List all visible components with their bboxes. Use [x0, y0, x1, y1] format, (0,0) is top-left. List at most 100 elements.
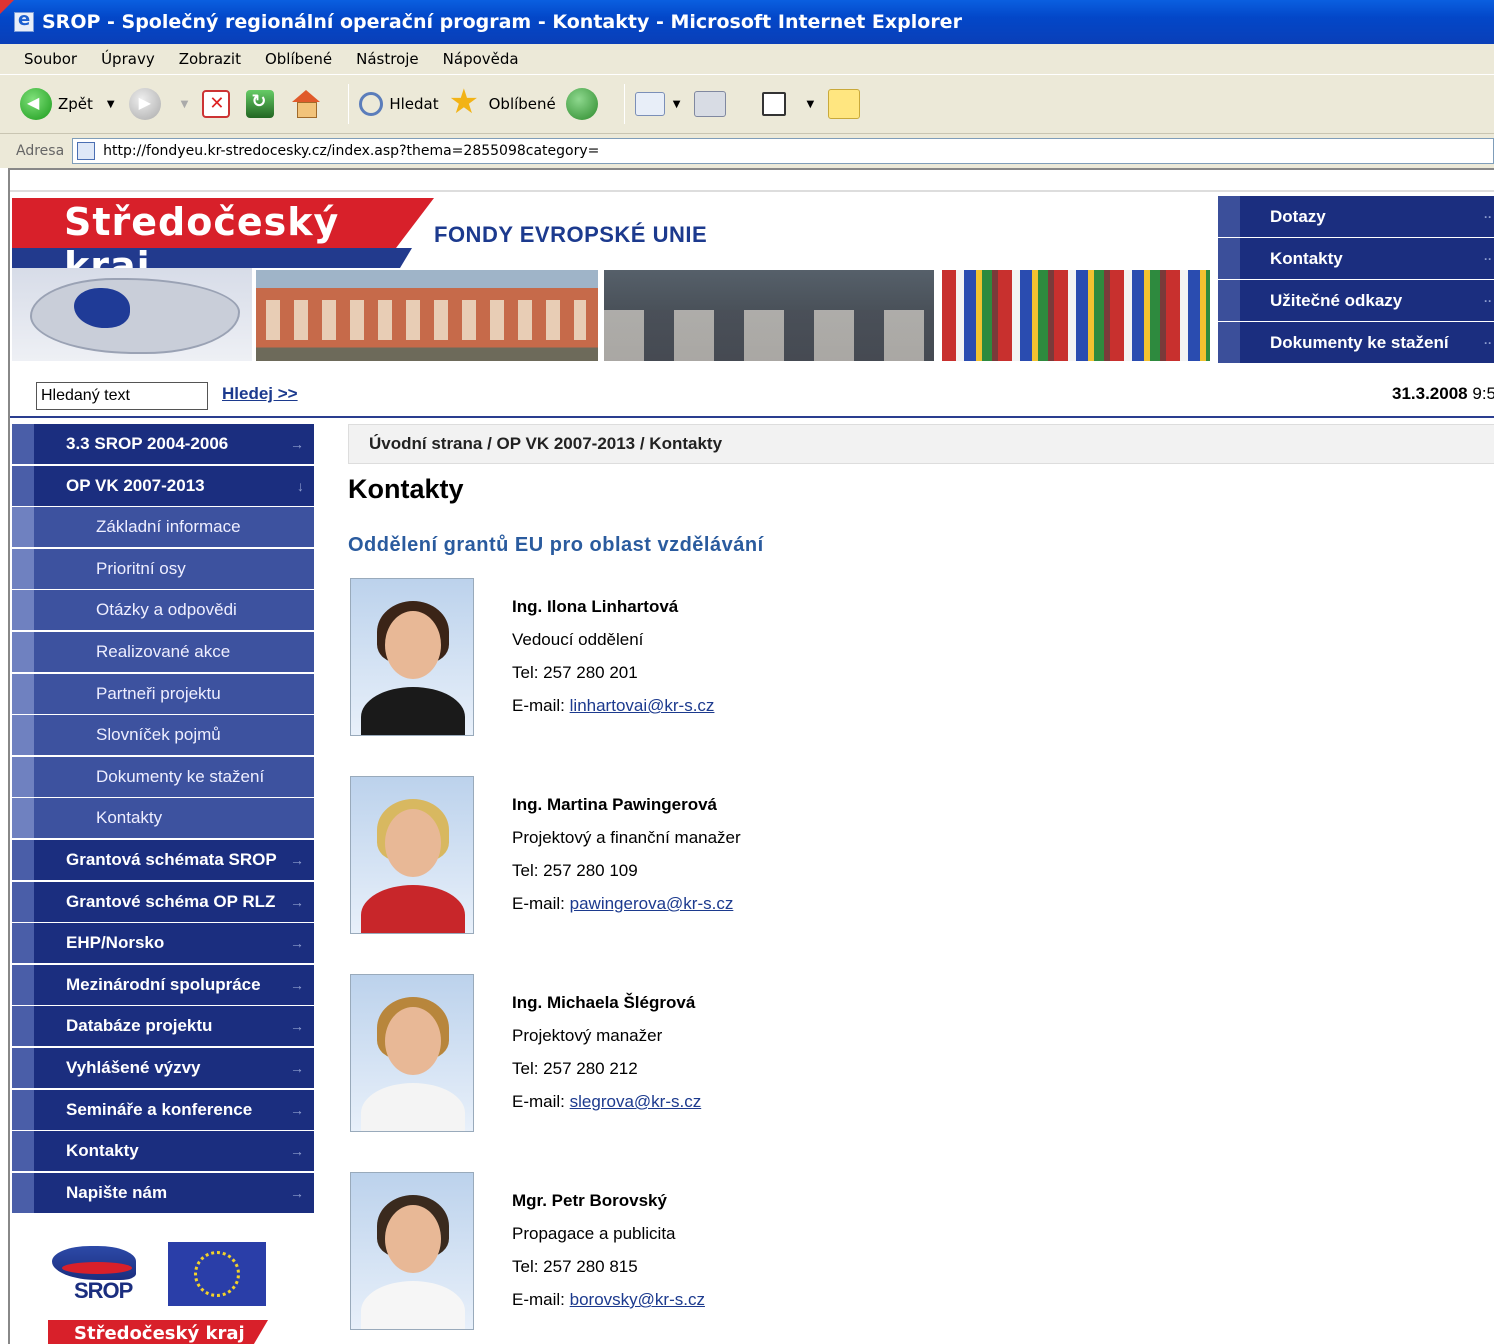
arrow-right-icon: →	[290, 893, 304, 910]
sidebar-item[interactable]: Grantová schémata SROP →	[12, 839, 314, 880]
forward-button[interactable]	[128, 88, 167, 120]
portrait-body	[361, 1281, 465, 1329]
print-button[interactable]	[694, 91, 732, 117]
contact-card: Ing. Ilona Linhartová Vedoucí oddělení Tel…	[350, 578, 1050, 738]
search-toolbar-button[interactable]: Hledat	[359, 92, 439, 116]
sidebar-item[interactable]: Kontakty →	[12, 1131, 314, 1172]
sidebar-item[interactable]: Mezinárodní spolupráce →	[12, 964, 314, 1005]
site-logo[interactable]: Středočeský kraj	[12, 198, 434, 288]
menu-soubor[interactable]: Soubor	[24, 50, 77, 68]
top-nav-dokumenty[interactable]: Dokumenty ke stažení ··	[1218, 322, 1494, 363]
menu-zobrazit[interactable]: Zobrazit	[179, 50, 241, 68]
sidebar-subitem[interactable]: Kontakty	[12, 798, 314, 839]
mail-button[interactable]	[634, 92, 671, 116]
arrow-right-icon: →	[290, 1018, 304, 1035]
back-dropdown-icon[interactable]: ▼	[107, 99, 115, 110]
media-icon	[565, 88, 598, 120]
stop-icon	[202, 90, 231, 118]
page-viewport: Středočeský kraj FONDY EVROPSKÉ UNIE Dot…	[8, 168, 1494, 1344]
mail-dropdown-icon[interactable]: ▼	[673, 99, 681, 110]
sidebar-item[interactable]: Databáze projektu →	[12, 1006, 314, 1047]
sidebar-item[interactable]: Vyhlášené výzvy →	[12, 1047, 314, 1088]
arrow-right-icon: →	[290, 1101, 304, 1118]
srop-logo[interactable]: SROP	[50, 1242, 140, 1304]
contact-photo	[350, 974, 474, 1132]
contact-email-row: E-mail: borovsky@kr-s.cz	[512, 1283, 705, 1316]
current-datetime: 31.3.2008 9:5	[1392, 384, 1494, 404]
address-label: Adresa	[16, 143, 65, 159]
arrow-right-icon: →	[290, 1184, 304, 1201]
sidebar-item[interactable]: EHP/Norsko →	[12, 923, 314, 964]
sidebar-item-label: Kontakty	[66, 1141, 139, 1161]
sidebar-subitem[interactable]: Partneři projektu	[12, 673, 314, 714]
sidebar-nav: 3.3 SROP 2004-2006 → OP VK 2007-2013 ↓ Zákla…	[12, 424, 314, 1214]
contact-photo	[350, 1172, 474, 1330]
search-row: Hledej >> 31.3.2008 9:5	[10, 370, 1494, 418]
srop-logo-text: SROP	[74, 1278, 133, 1303]
contact-email-link[interactable]: pawingerova@kr-s.cz	[570, 894, 734, 913]
favorites-label: Oblíbené	[488, 95, 556, 113]
bottom-region-logo[interactable]: Středočeský kraj	[48, 1320, 268, 1344]
address-input[interactable]: http://fondyeu.kr-stredocesky.cz/index.a…	[72, 138, 1494, 164]
top-nav-kontakty[interactable]: Kontakty ··	[1218, 238, 1494, 279]
browser-toolbar: Zpět ▼ ▼ Hledat Oblíbené ▼ ▼	[0, 74, 1494, 134]
sidebar-item[interactable]: OP VK 2007-2013 ↓	[12, 465, 314, 506]
sidebar-subitem[interactable]: Otázky a odpovědi	[12, 590, 314, 631]
note-icon	[828, 89, 861, 119]
contact-photo	[350, 578, 474, 736]
contact-email-link[interactable]: slegrova@kr-s.cz	[570, 1092, 702, 1111]
note-button[interactable]	[828, 89, 866, 119]
top-nav-uzitecne-odkazy[interactable]: Užitečné odkazy ··	[1218, 280, 1494, 321]
eu-stars-icon	[194, 1251, 240, 1297]
sidebar-item-label: OP VK 2007-2013	[66, 475, 205, 495]
forward-dropdown-icon[interactable]: ▼	[181, 99, 189, 110]
contact-email-row: E-mail: slegrova@kr-s.cz	[512, 1085, 701, 1118]
sidebar-item-label: Základní informace	[96, 517, 241, 537]
favorites-button[interactable]: Oblíbené	[449, 82, 556, 122]
back-label: Zpět	[58, 95, 93, 113]
menu-nastroje[interactable]: Nástroje	[356, 50, 419, 68]
sidebar-subitem[interactable]: Základní informace	[12, 507, 314, 548]
contact-email-link[interactable]: borovsky@kr-s.cz	[570, 1290, 705, 1309]
stop-button[interactable]	[202, 90, 236, 118]
menu-napoveda[interactable]: Nápověda	[443, 50, 519, 68]
email-label: E-mail:	[512, 894, 565, 913]
search-toolbar-label: Hledat	[389, 95, 439, 113]
media-button[interactable]	[565, 88, 604, 120]
top-nav-dotazy[interactable]: Dotazy ··	[1218, 196, 1494, 237]
sidebar-subitem[interactable]: Realizované akce	[12, 631, 314, 672]
breadcrumb[interactable]: Úvodní strana / OP VK 2007-2013 / Kontak…	[348, 424, 1494, 464]
sidebar-subitem[interactable]: Dokumenty ke stažení	[12, 756, 314, 797]
portrait-body	[361, 1083, 465, 1131]
contact-phone: Tel: 257 280 201	[512, 663, 638, 682]
sidebar-subitem[interactable]: Slovníček pojmů	[12, 715, 314, 756]
portrait-body	[361, 687, 465, 735]
contact-card: Mgr. Petr Borovský Propagace a publicita T…	[350, 1172, 1050, 1332]
eu-flag-logo[interactable]	[168, 1242, 266, 1306]
menu-upravy[interactable]: Úpravy	[101, 50, 155, 68]
sidebar-item[interactable]: Napište nám →	[12, 1172, 314, 1213]
contact-email-link[interactable]: linhartovai@kr-s.cz	[570, 696, 715, 715]
portrait-face	[385, 611, 441, 679]
contact-name: Mgr. Petr Borovský	[512, 1191, 667, 1210]
sidebar-item[interactable]: Semináře a konference →	[12, 1089, 314, 1130]
edit-dropdown-icon[interactable]: ▼	[806, 99, 814, 110]
email-label: E-mail:	[512, 1092, 565, 1111]
back-button[interactable]: Zpět	[20, 88, 93, 120]
contact-name: Ing. Michaela Šlégrová	[512, 993, 696, 1012]
edit-button[interactable]	[762, 92, 792, 116]
window-titlebar[interactable]: SROP - Společný regionální operační prog…	[0, 0, 1494, 44]
contact-role: Projektový a finanční manažer	[512, 828, 741, 847]
printer-icon	[694, 91, 727, 117]
menu-oblibene[interactable]: Oblíbené	[265, 50, 332, 68]
site-search-button[interactable]: Hledej >>	[222, 384, 298, 404]
sidebar-item[interactable]: Grantové schéma OP RLZ →	[12, 881, 314, 922]
home-button[interactable]	[290, 88, 328, 120]
contact-phone: Tel: 257 280 109	[512, 861, 638, 880]
portrait-face	[385, 809, 441, 877]
refresh-button[interactable]	[246, 90, 280, 118]
sidebar-item[interactable]: 3.3 SROP 2004-2006 →	[12, 424, 314, 464]
sidebar-subitem[interactable]: Prioritní osy	[12, 548, 314, 589]
site-search-input[interactable]	[36, 382, 208, 410]
contact-phone: Tel: 257 280 212	[512, 1059, 638, 1078]
